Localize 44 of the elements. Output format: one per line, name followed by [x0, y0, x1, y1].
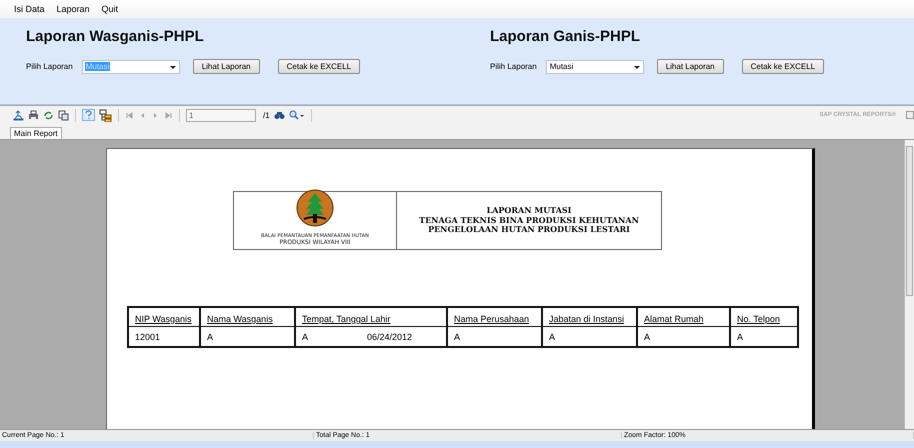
- export-excel-button[interactable]: Cetak ke EXCELL: [742, 59, 824, 74]
- zoom-icon[interactable]: [288, 110, 305, 120]
- panel-title: Laporan Ganis-PHPL: [490, 28, 642, 45]
- tree-logo-icon: [296, 188, 334, 227]
- binoculars-icon[interactable]: [274, 110, 285, 120]
- table-cell: 06/24/2012: [366, 332, 412, 342]
- copy-icon[interactable]: [58, 110, 69, 120]
- menu-item[interactable]: Quit: [96, 4, 124, 14]
- report-title: PENGELOLAAN HUTAN PRODUKSI LESTARI: [428, 225, 630, 235]
- view-report-button[interactable]: Lihat Laporan: [656, 59, 724, 74]
- column-header: Tempat, Tanggal Lahir: [302, 314, 390, 324]
- report-dropdown[interactable]: Mutasi: [546, 60, 644, 74]
- help-icon[interactable]: [82, 109, 95, 121]
- export-excel-button[interactable]: Cetak ke EXCELL: [278, 59, 360, 74]
- table-cell: A: [549, 332, 556, 342]
- table-cell: A: [737, 332, 744, 342]
- print-icon[interactable]: [28, 110, 39, 120]
- page-total: /1: [263, 110, 270, 120]
- panel-toggle-icon[interactable]: [906, 111, 914, 119]
- table-cell: 12001: [135, 332, 160, 342]
- tree-icon[interactable]: [99, 108, 112, 122]
- column-header: Nama Wasganis: [207, 314, 273, 324]
- menu-item[interactable]: Laporan: [50, 4, 96, 14]
- panel-title: Laporan Wasganis-PHPL: [26, 28, 205, 45]
- menu-item[interactable]: Isi Data: [8, 4, 51, 14]
- column-header: Jabatan di Instansi: [549, 314, 624, 324]
- table-cell: A: [302, 332, 308, 342]
- vertical-scrollbar[interactable]: [904, 140, 914, 429]
- column-header: NIP Wasganis: [135, 314, 192, 324]
- export-icon[interactable]: [13, 110, 24, 120]
- view-report-button[interactable]: Lihat Laporan: [192, 59, 260, 74]
- column-header: Alamat Rumah: [644, 314, 704, 324]
- field-label: Pilih Laporan: [26, 62, 73, 71]
- table-cell: A: [454, 332, 460, 342]
- column-header: No. Telpon: [737, 314, 780, 324]
- report-tab[interactable]: Main Report: [10, 127, 62, 139]
- table-cell: A: [644, 332, 650, 342]
- table-cell: A: [207, 332, 214, 342]
- field-label: Pilih Laporan: [490, 62, 537, 71]
- refresh-icon[interactable]: [43, 110, 54, 120]
- page-number-field[interactable]: 1: [186, 108, 256, 122]
- column-header: Nama Perusahaan: [454, 314, 530, 324]
- report-title: TENAGA TEKNIS BINA PRODUKSI KEHUTANAN: [419, 216, 639, 226]
- report-title: LAPORAN MUTASI: [486, 206, 572, 216]
